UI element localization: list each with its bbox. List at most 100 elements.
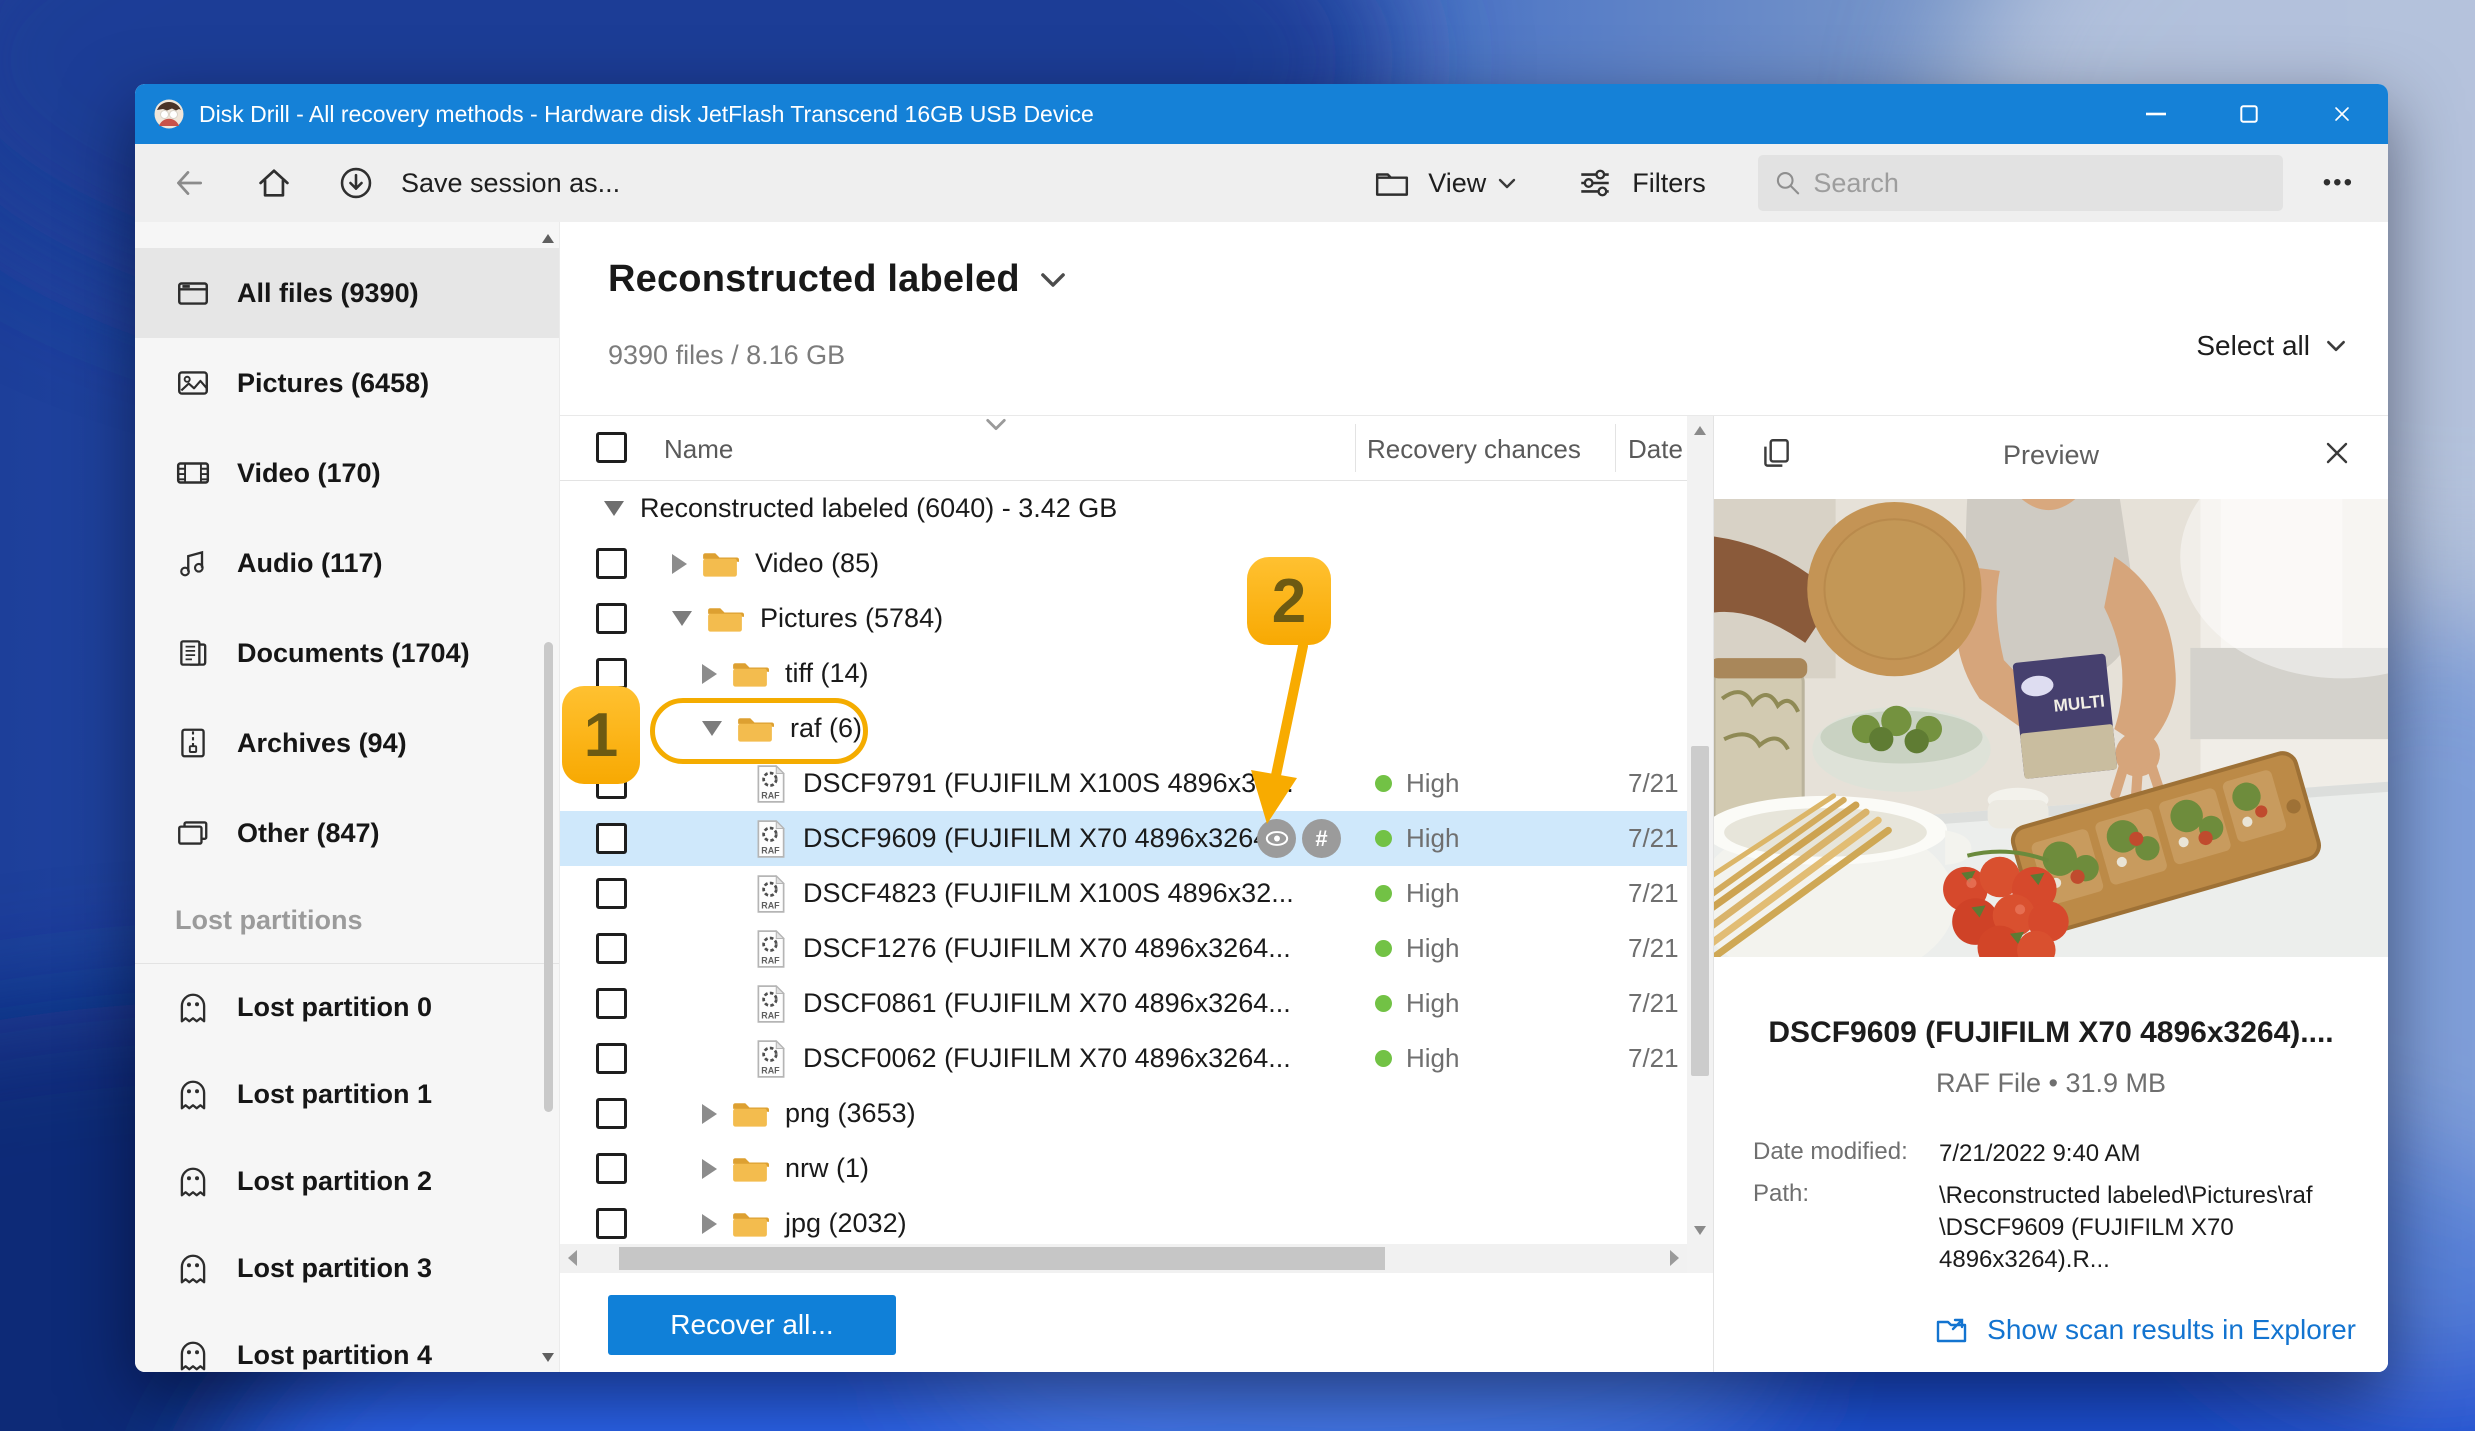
filters-button[interactable]: Filters [1576,165,1706,201]
sidebar-item-audio[interactable]: Audio (117) [135,518,559,608]
filters-icon [1576,165,1614,201]
main-header: Reconstructed labeled 9390 files / 8.16 … [560,222,2388,415]
row-checkbox[interactable] [596,823,627,854]
table-vertical-scrollbar[interactable] [1687,416,1713,1273]
table-row-file-selected[interactable]: DSCF9609 (FUJIFILM X70 4896x3264... # Hi… [560,811,1687,866]
sidebar-item-lost-partition-2[interactable]: Lost partition 2 [135,1138,559,1225]
column-header-name[interactable]: Name [664,434,733,465]
collapse-triangle-icon[interactable] [702,1104,717,1124]
sidebar-item-video[interactable]: Video (170) [135,428,559,518]
scroll-up-icon[interactable] [542,234,554,243]
collapse-triangle-icon[interactable] [672,554,687,574]
sidebar-item-lost-partition-4[interactable]: Lost partition 4 [135,1312,559,1372]
file-tree: Reconstructed labeled (6040) - 3.42 GB V… [560,481,1687,1244]
row-checkbox[interactable] [596,658,627,689]
table-row-root[interactable]: Reconstructed labeled (6040) - 3.42 GB [560,481,1687,536]
table-row-folder-pictures[interactable]: Pictures (5784) [560,591,1687,646]
row-checkbox[interactable] [596,1098,627,1129]
scroll-up-icon[interactable] [1694,426,1706,435]
table-row-file[interactable]: DSCF0062 (FUJIFILM X70 4896x3264... High… [560,1031,1687,1086]
scroll-left-icon[interactable] [568,1250,577,1266]
row-checkbox[interactable] [596,988,627,1019]
folder-icon [731,659,769,689]
date-modified-value: 7/21/2022 9:40 AM [1939,1138,2141,1170]
ghost-icon [175,1338,211,1373]
home-button[interactable] [255,164,293,202]
more-options-button[interactable]: ••• [2323,169,2354,197]
row-checkbox[interactable] [596,603,627,634]
recovery-status-dot [1375,940,1392,957]
table-row-folder-nrw[interactable]: nrw (1) [560,1141,1687,1196]
recover-all-button[interactable]: Recover all... [608,1295,896,1355]
sidebar-item-other[interactable]: Other (847) [135,788,559,878]
row-checkbox[interactable] [596,878,627,909]
select-all-checkbox[interactable] [596,432,627,463]
sidebar-item-lost-partition-3[interactable]: Lost partition 3 [135,1225,559,1312]
row-checkbox[interactable] [596,1043,627,1074]
maximize-button[interactable] [2202,84,2295,144]
sort-chevron-icon[interactable] [985,418,1007,431]
view-button[interactable]: View [1374,167,1516,199]
sidebar-scrollbar[interactable] [541,234,556,1362]
recovery-label: High [1406,933,1459,964]
table-row-file[interactable]: DSCF4823 (FUJIFILM X100S 4896x32... High… [560,866,1687,921]
table-row-file[interactable]: DSCF9791 (FUJIFILM X100S 4896x32... High… [560,756,1687,811]
sidebar-item-all-files[interactable]: All files (9390) [135,248,559,338]
table-row-folder-jpg[interactable]: jpg (2032) [560,1196,1687,1244]
row-checkbox[interactable] [596,1153,627,1184]
table-hscrollbar-thumb[interactable] [619,1247,1385,1270]
sidebar-item-pictures[interactable]: Pictures (6458) [135,338,559,428]
scroll-down-icon[interactable] [542,1353,554,1362]
collapse-triangle-icon[interactable] [702,664,717,684]
column-header-date[interactable]: Date [1628,434,1684,465]
path-label: Path: [1753,1180,1939,1276]
annotation-step-2-number: 2 [1272,566,1306,637]
scroll-down-icon[interactable] [1694,1226,1706,1235]
select-all-button[interactable]: Select all [2196,330,2346,362]
sidebar-item-archives[interactable]: Archives (94) [135,698,559,788]
close-button[interactable] [2295,84,2388,144]
collapse-triangle-icon[interactable] [702,1214,717,1234]
search-input[interactable] [1813,168,2266,199]
view-label: View [1428,168,1486,199]
sidebar-item-lost-partition-1[interactable]: Lost partition 1 [135,1051,559,1138]
save-session-icon[interactable] [337,164,375,202]
scroll-right-icon[interactable] [1670,1250,1679,1266]
table-row-folder-video[interactable]: Video (85) [560,536,1687,591]
all-files-icon [175,275,211,311]
expand-triangle-icon[interactable] [604,501,624,516]
title-dropdown-chevron-icon[interactable] [1040,272,1066,288]
back-button[interactable] [171,165,207,201]
sidebar-item-label: All files (9390) [237,278,419,309]
expand-triangle-icon[interactable] [672,611,692,626]
row-label: Pictures (5784) [760,603,943,634]
raf-file-icon [755,764,787,804]
ghost-icon [175,990,211,1026]
show-scan-results-link[interactable]: Show scan results in Explorer [1935,1314,2356,1346]
sidebar-item-documents[interactable]: Documents (1704) [135,608,559,698]
row-checkbox[interactable] [596,933,627,964]
table-row-file[interactable]: DSCF1276 (FUJIFILM X70 4896x3264... High… [560,921,1687,976]
recovery-status-dot [1375,885,1392,902]
search-box[interactable] [1758,155,2283,211]
minimize-button[interactable] [2109,84,2202,144]
table-scrollbar-thumb[interactable] [1691,746,1709,1076]
titlebar: Disk Drill - All recovery methods - Hard… [135,84,2388,144]
sidebar-scrollbar-thumb[interactable] [544,642,553,1112]
save-session-label[interactable]: Save session as... [401,168,620,199]
select-all-chevron-icon [2326,340,2346,352]
ghost-icon [175,1164,211,1200]
raf-file-icon [755,1039,787,1079]
close-preview-icon[interactable] [2322,438,2352,468]
column-header-recovery[interactable]: Recovery chances [1367,434,1581,465]
date-modified-label: Date modified: [1753,1138,1939,1170]
table-row-file[interactable]: DSCF0861 (FUJIFILM X70 4896x3264... High… [560,976,1687,1031]
preview-details: Date modified: 7/21/2022 9:40 AM Path: \… [1753,1138,2368,1286]
table-horizontal-scrollbar[interactable] [560,1244,1687,1273]
collapse-triangle-icon[interactable] [702,1159,717,1179]
table-row-folder-png[interactable]: png (3653) [560,1086,1687,1141]
row-checkbox[interactable] [596,548,627,579]
sidebar-item-lost-partition-0[interactable]: Lost partition 0 [135,964,559,1051]
row-checkbox[interactable] [596,1208,627,1239]
table-row-folder-tiff[interactable]: tiff (14) [560,646,1687,701]
